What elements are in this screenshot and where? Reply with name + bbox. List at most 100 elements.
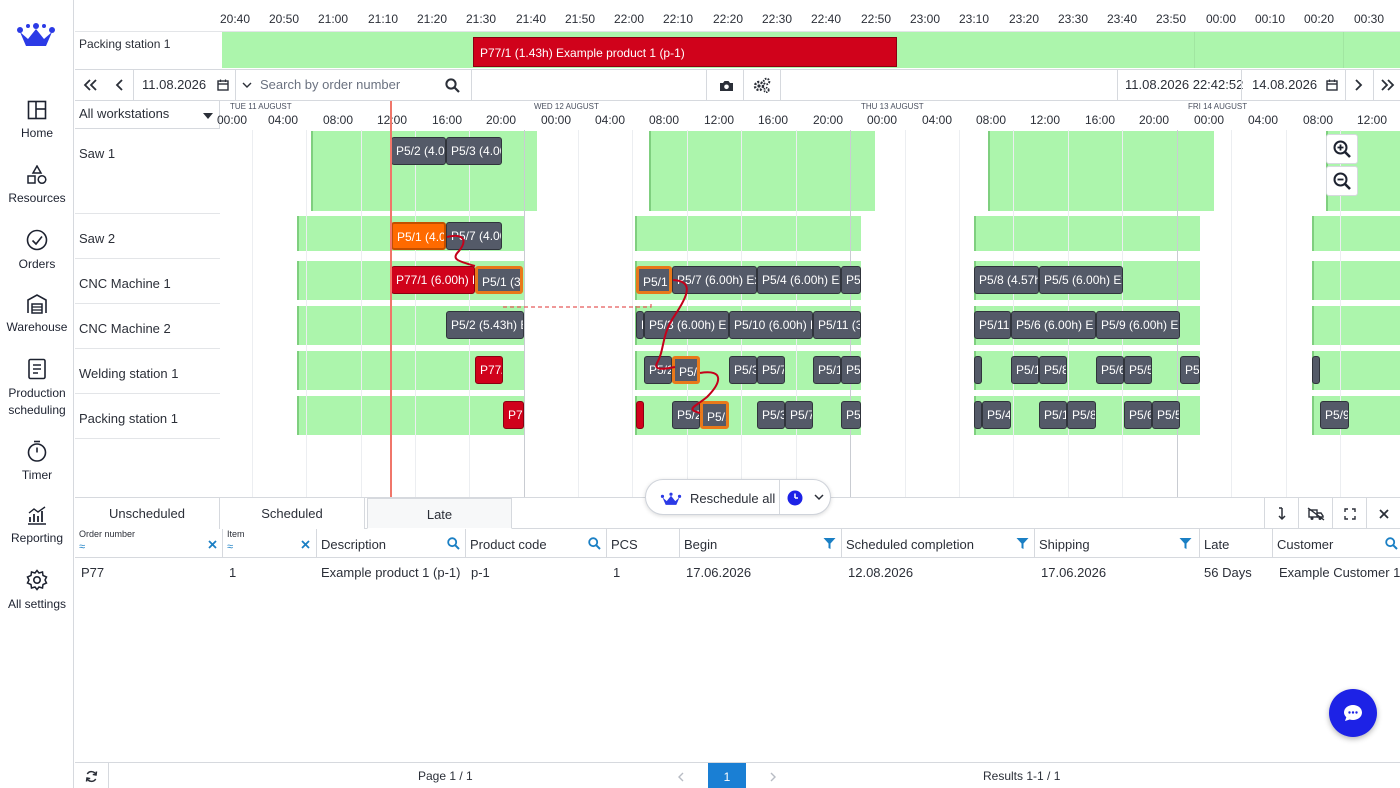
page-button-current[interactable]: 1 <box>708 763 746 788</box>
task-bar[interactable]: P5/7 <box>757 356 785 384</box>
end-date-picker[interactable] <box>1323 70 1341 100</box>
close-panel-button[interactable] <box>1366 498 1400 529</box>
app-logo[interactable] <box>16 20 56 50</box>
task-bar-sliver[interactable] <box>1312 356 1320 384</box>
column-item[interactable]: Item ≈ <box>223 529 317 558</box>
gantt-settings-button[interactable] <box>745 70 779 100</box>
prev-button[interactable] <box>107 70 131 100</box>
nav-orders[interactable]: Orders <box>0 229 74 273</box>
column-begin[interactable]: Begin <box>680 529 842 558</box>
task-bar-sliver[interactable] <box>974 356 982 384</box>
task-bar[interactable]: P5/5 <box>1152 401 1180 429</box>
task-bar[interactable]: P5/8 <box>1067 401 1096 429</box>
tab-unscheduled[interactable]: Unscheduled <box>75 498 220 529</box>
filter-mode[interactable]: ≈ <box>79 541 85 553</box>
task-bar[interactable]: P <box>636 311 644 339</box>
next-button[interactable] <box>1347 70 1371 100</box>
column-late[interactable]: Late <box>1200 529 1273 558</box>
task-bar[interactable]: P5/2 (4.00h) <box>391 137 446 165</box>
clear-filter-icon[interactable] <box>208 540 217 549</box>
nav-reporting[interactable]: Reporting <box>0 505 74 547</box>
task-bar[interactable]: P5/3 <box>757 401 785 429</box>
column-pcs[interactable]: PCS <box>607 529 680 558</box>
task-bar[interactable]: P5/1 (4.00h) <box>391 222 446 250</box>
task-bar[interactable]: P5/7 (6.00h) Ex <box>672 266 757 294</box>
task-bar[interactable]: P5 <box>841 266 861 294</box>
task-bar[interactable]: P5/9 <box>1320 401 1349 429</box>
task-bar[interactable]: P5/11 <box>974 311 1011 339</box>
search-button[interactable] <box>441 70 463 100</box>
refresh-button[interactable] <box>75 763 109 788</box>
task-bar[interactable]: P5/10 (6.00h) E <box>729 311 813 339</box>
sort-button[interactable] <box>1264 498 1298 529</box>
task-bar[interactable]: P5/3 (4.00h) <box>446 137 502 165</box>
task-bar[interactable]: P5 <box>1180 356 1200 384</box>
task-bar[interactable]: P5/9 (6.00h) E <box>1096 311 1180 339</box>
next-page-icon[interactable] <box>770 772 777 782</box>
task-bar[interactable]: P5/8 <box>1039 356 1067 384</box>
task-bar[interactable]: P5/5 <box>1124 356 1152 384</box>
task-bar-sliver[interactable] <box>974 401 982 429</box>
filter-icon[interactable] <box>1016 537 1029 550</box>
task-bar[interactable]: P5/3 (6.00h) E <box>644 311 729 339</box>
task-bar[interactable]: P5/2 <box>672 401 700 429</box>
zoom-out-button[interactable] <box>1326 166 1358 196</box>
task-bar[interactable]: P5/1 <box>1039 401 1067 429</box>
nav-timer[interactable]: Timer <box>0 440 74 484</box>
task-bar[interactable]: P5 <box>841 401 861 429</box>
task-bar[interactable]: P7 <box>503 401 524 429</box>
column-product-code[interactable]: Product code <box>466 529 607 558</box>
jump-forward-button[interactable] <box>1375 70 1400 100</box>
task-bar[interactable]: P5/5 (6.00h) Ex <box>1039 266 1123 294</box>
fullscreen-button[interactable] <box>1332 498 1366 529</box>
nav-production-scheduling[interactable]: Production scheduling <box>0 358 74 419</box>
task-bar[interactable]: P5/2 (5.43h) E <box>446 311 524 339</box>
task-bar[interactable]: P5/1 <box>700 401 729 429</box>
task-bar[interactable]: P77/1 (6.00h) Example <box>391 266 475 294</box>
search-dropdown-toggle[interactable] <box>239 70 255 100</box>
column-order-number[interactable]: Order number ≈ <box>75 529 223 558</box>
workstation-filter[interactable]: All workstations <box>75 101 220 129</box>
search-icon[interactable] <box>588 537 601 550</box>
jump-back-button[interactable] <box>77 70 103 100</box>
zoom-in-button[interactable] <box>1326 134 1358 164</box>
tab-late[interactable]: Late <box>367 498 512 529</box>
nav-resources[interactable]: Resources <box>0 165 74 207</box>
task-bar[interactable]: P5/2 <box>644 356 672 384</box>
task-bar[interactable]: P5/1 <box>672 356 700 384</box>
filter-icon[interactable] <box>1179 537 1192 550</box>
column-scheduled-completion[interactable]: Scheduled completion <box>842 529 1035 558</box>
task-bar[interactable]: P5/7 (4.00h) <box>446 222 502 250</box>
task-bar[interactable]: P5/1 <box>813 356 841 384</box>
task-bar[interactable]: P5/1 (3. <box>475 266 523 294</box>
clear-filter-icon[interactable] <box>301 540 310 549</box>
nav-warehouse[interactable]: Warehouse <box>0 294 74 336</box>
search-icon[interactable] <box>447 537 460 550</box>
task-bar[interactable]: P5/1 <box>1011 356 1039 384</box>
task-bar[interactable]: P5/1 <box>636 266 672 294</box>
task-bar[interactable]: P5/6 (6.00h) E <box>1011 311 1096 339</box>
filter-icon[interactable] <box>823 537 836 550</box>
column-customer[interactable]: Customer <box>1273 529 1400 558</box>
task-bar[interactable]: P5/11 (3 <box>813 311 861 339</box>
filter-mode[interactable]: ≈ <box>227 541 233 553</box>
end-date-input[interactable]: 14.08.2026 <box>1252 77 1317 92</box>
screenshot-button[interactable] <box>709 70 743 100</box>
task-bar[interactable]: P5 <box>841 356 861 384</box>
task-bar[interactable]: P5/8 (4.57h) <box>974 266 1039 294</box>
task-bar[interactable]: P5/7 <box>785 401 813 429</box>
start-date-input[interactable]: 11.08.2026 <box>142 77 206 92</box>
task-bar[interactable]: P5/6 <box>1124 401 1152 429</box>
prev-page-icon[interactable] <box>677 772 684 782</box>
search-icon[interactable] <box>1385 537 1398 550</box>
column-description[interactable]: Description <box>317 529 466 558</box>
mini-task-bar[interactable]: P77/1 (1.43h) Example product 1 (p-1) <box>473 37 897 67</box>
hide-columns-button[interactable] <box>1298 498 1332 529</box>
task-bar[interactable]: P5/3 <box>729 356 757 384</box>
task-bar[interactable]: P5/4 <box>982 401 1011 429</box>
start-date-picker[interactable] <box>214 70 232 100</box>
nav-all-settings[interactable]: All settings <box>0 569 74 613</box>
column-shipping[interactable]: Shipping <box>1035 529 1200 558</box>
chat-button[interactable] <box>1329 689 1377 737</box>
task-bar-sliver[interactable] <box>636 401 644 429</box>
